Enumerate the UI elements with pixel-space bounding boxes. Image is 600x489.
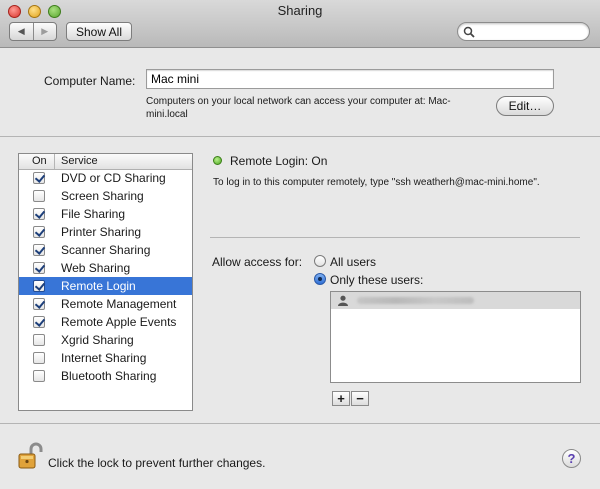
column-divider (54, 154, 55, 169)
service-checkbox[interactable] (33, 370, 45, 382)
status-indicator-icon (213, 156, 222, 165)
user-icon (338, 295, 348, 306)
all-users-radio[interactable] (314, 255, 326, 267)
only-these-users-radio[interactable] (314, 273, 326, 285)
service-row[interactable]: Web Sharing (19, 259, 192, 277)
allowed-users-list[interactable] (330, 291, 581, 383)
help-icon: ? (567, 451, 576, 466)
edit-button[interactable]: Edit… (496, 96, 554, 116)
chevron-right-icon: ▶ (41, 26, 49, 36)
service-checkbox[interactable] (33, 298, 45, 310)
service-checkbox[interactable] (33, 352, 45, 364)
column-header-service[interactable]: Service (61, 155, 98, 167)
service-checkbox[interactable] (33, 334, 45, 346)
window-title: Sharing (277, 3, 323, 18)
computer-address-description: Computers on your local network can acce… (146, 96, 451, 120)
search-field[interactable] (457, 22, 590, 41)
chevron-left-icon: ◀ (17, 26, 25, 36)
service-list-header: On Service (19, 154, 192, 170)
service-checkbox[interactable] (33, 316, 45, 328)
back-forward-control: ◀ ▶ (9, 22, 57, 41)
footer-divider (0, 423, 600, 424)
service-label: Remote Management (61, 297, 177, 311)
service-rows: DVD or CD Sharing Screen Sharing File Shar… (19, 169, 192, 385)
service-row[interactable]: Xgrid Sharing (19, 331, 192, 349)
service-label: Web Sharing (61, 261, 131, 275)
help-button[interactable]: ? (562, 449, 581, 468)
user-row[interactable] (331, 292, 580, 309)
computer-name-input[interactable] (146, 69, 554, 89)
service-list: On Service DVD or CD Sharing Screen Shari… (18, 153, 193, 411)
service-checkbox[interactable] (33, 208, 45, 220)
show-all-button[interactable]: Show All (66, 22, 132, 41)
all-users-label[interactable]: All users (330, 255, 376, 269)
service-label: Printer Sharing (61, 225, 142, 239)
service-label: Screen Sharing (61, 189, 144, 203)
service-status-title: Remote Login: On (230, 154, 328, 168)
service-row[interactable]: Screen Sharing (19, 187, 192, 205)
service-checkbox[interactable] (33, 172, 45, 184)
remove-user-button[interactable]: − (351, 391, 369, 406)
add-user-button[interactable]: + (332, 391, 350, 406)
service-row[interactable]: Internet Sharing (19, 349, 192, 367)
redacted-username (357, 297, 474, 304)
service-checkbox[interactable] (33, 244, 45, 256)
service-row[interactable]: Remote Apple Events (19, 313, 192, 331)
detail-divider (210, 237, 580, 238)
search-icon (463, 26, 475, 38)
sharing-window: Sharing ◀ ▶ Show All Computer Name: Comp… (0, 0, 600, 489)
forward-button[interactable]: ▶ (32, 23, 57, 40)
service-row[interactable]: DVD or CD Sharing (19, 169, 192, 187)
service-status-description: To log in to this computer remotely, typ… (213, 177, 540, 188)
service-label: DVD or CD Sharing (61, 171, 166, 185)
service-checkbox[interactable] (33, 262, 45, 274)
divider (0, 136, 600, 137)
service-checkbox[interactable] (33, 226, 45, 238)
lock-instruction: Click the lock to prevent further change… (48, 456, 266, 470)
service-row[interactable]: Bluetooth Sharing (19, 367, 192, 385)
column-header-on[interactable]: On (32, 155, 47, 167)
service-label: Remote Login (61, 279, 136, 293)
titlebar: Sharing ◀ ▶ Show All (0, 0, 600, 48)
service-label: File Sharing (61, 207, 126, 221)
service-label: Bluetooth Sharing (61, 369, 157, 383)
computer-name-label: Computer Name: (44, 74, 136, 88)
service-checkbox[interactable] (33, 280, 45, 292)
back-button[interactable]: ◀ (10, 23, 33, 40)
service-label: Scanner Sharing (61, 243, 151, 257)
service-row[interactable]: Printer Sharing (19, 223, 192, 241)
service-row[interactable]: Scanner Sharing (19, 241, 192, 259)
service-checkbox[interactable] (33, 190, 45, 202)
allow-access-label: Allow access for: (212, 255, 303, 269)
service-row[interactable]: File Sharing (19, 205, 192, 223)
service-label: Remote Apple Events (61, 315, 177, 329)
service-label: Xgrid Sharing (61, 333, 134, 347)
service-row[interactable]: Remote Login (19, 277, 192, 295)
service-row[interactable]: Remote Management (19, 295, 192, 313)
only-these-users-label[interactable]: Only these users: (330, 273, 423, 287)
service-label: Internet Sharing (61, 351, 147, 365)
unlocked-lock-icon[interactable] (18, 442, 44, 470)
